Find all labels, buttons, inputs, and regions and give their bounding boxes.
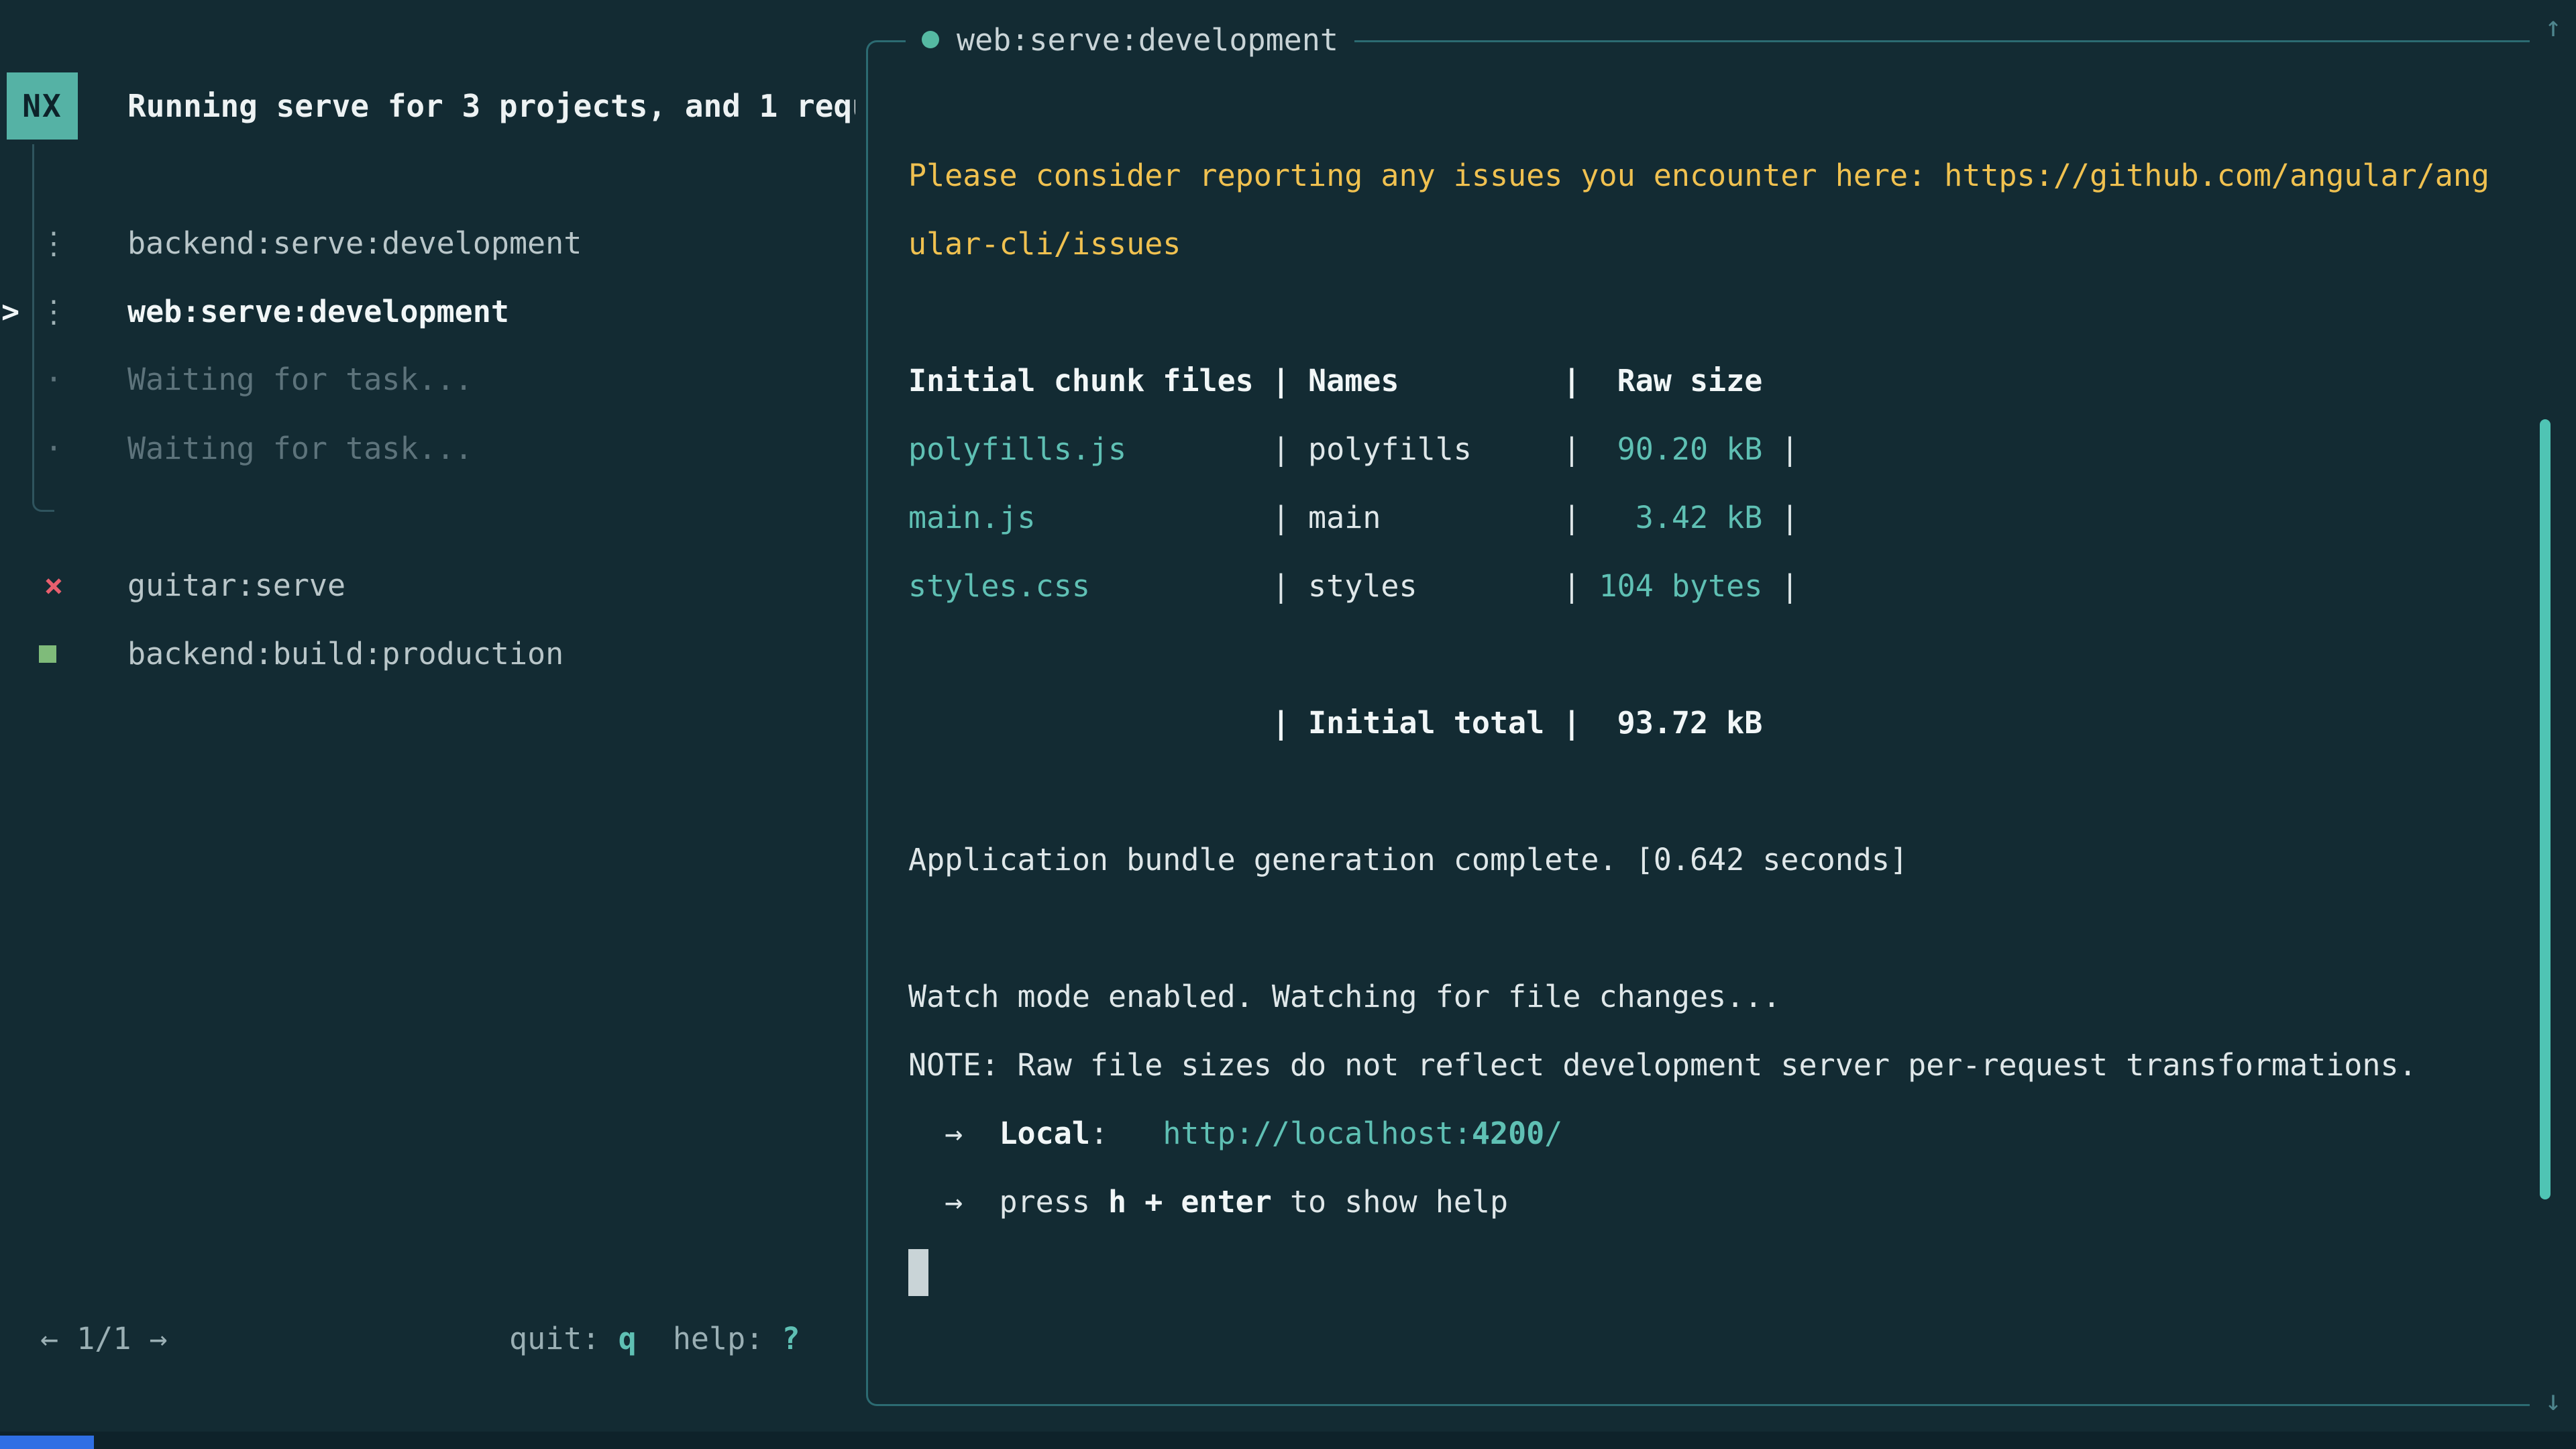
task-row-waiting-2[interactable]: · Waiting for task... xyxy=(0,415,862,483)
terminal-line: polyfills.js | polyfills | 90.20 kB | xyxy=(908,415,2489,484)
terminal-text: h + enter xyxy=(1108,1184,1272,1220)
terminal-text: | polyfills | xyxy=(1126,431,1617,467)
keyboard-hints: quit: q help: ? xyxy=(509,1305,800,1373)
terminal-text: Please consider reporting any issues you… xyxy=(908,158,2489,193)
terminal-text: Initial chunk files | Names | Raw size xyxy=(908,363,1762,398)
terminal-line: Application bundle generation complete. … xyxy=(908,826,2489,894)
terminal-text: | xyxy=(1762,568,1799,604)
task-row-backend-serve[interactable]: ⋮ backend:serve:development xyxy=(0,209,862,278)
scroll-up-icon[interactable]: ↑ xyxy=(2533,7,2573,47)
task-label: web:serve:development xyxy=(127,278,509,346)
failed-x-icon: × xyxy=(34,551,74,620)
pager-prev-icon[interactable]: ← xyxy=(40,1321,76,1356)
bottom-blue-bar xyxy=(0,1436,94,1449)
terminal-line: → press h + enter to show help xyxy=(908,1168,2489,1236)
terminal-line xyxy=(908,278,2489,347)
terminal-line: | Initial total | 93.72 kB xyxy=(908,689,2489,757)
terminal-line xyxy=(908,757,2489,826)
localhost-link[interactable]: / xyxy=(1544,1116,1562,1151)
localhost-link[interactable]: 4200 xyxy=(1472,1116,1544,1151)
pager-label: 1/1 xyxy=(76,1321,131,1356)
terminal-text: polyfills.js xyxy=(908,431,1126,467)
terminal-text: main.js xyxy=(908,500,1036,535)
terminal-line xyxy=(908,894,2489,963)
terminal-output: Please consider reporting any issues you… xyxy=(908,142,2489,1305)
nx-logo: NX xyxy=(7,72,78,140)
terminal-line: → Local: http://localhost:4200/ xyxy=(908,1099,2489,1168)
sidebar-title: Running serve for 3 projects, and 1 requ xyxy=(127,72,855,140)
terminal-text: → xyxy=(908,1184,999,1220)
terminal-text: | xyxy=(1762,431,1799,467)
terminal-line xyxy=(908,621,2489,689)
terminal-line: ular-cli/issues xyxy=(908,210,2489,278)
quit-hint-label: quit: xyxy=(509,1321,619,1356)
scrollbar-thumb[interactable] xyxy=(2540,419,2551,1199)
terminal-text: Application bundle generation complete. … xyxy=(908,842,1908,877)
terminal-line: Initial chunk files | Names | Raw size xyxy=(908,347,2489,415)
terminal-line: Please consider reporting any issues you… xyxy=(908,142,2489,210)
task-label: Waiting for task... xyxy=(127,415,473,483)
task-label: backend:build:production xyxy=(127,620,564,688)
pager-next-icon[interactable]: → xyxy=(131,1321,167,1356)
terminal-text: press xyxy=(999,1184,1108,1220)
terminal-text: : xyxy=(1090,1116,1163,1151)
task-row-waiting-1[interactable]: · Waiting for task... xyxy=(0,345,862,414)
help-hint-label: help: xyxy=(673,1321,782,1356)
terminal-text: styles.css xyxy=(908,568,1090,604)
success-square-icon xyxy=(39,645,56,663)
terminal-line xyxy=(908,1236,2489,1305)
terminal-text: | Initial total | 93.72 kB xyxy=(908,705,1762,741)
panel-title-text: web:serve:development xyxy=(957,22,1338,58)
scroll-down-icon[interactable]: ↓ xyxy=(2533,1381,2573,1421)
hint-separator xyxy=(637,1321,673,1356)
waiting-dot-icon: · xyxy=(34,415,74,483)
terminal-text: Watch mode enabled. Watching for file ch… xyxy=(908,979,1780,1014)
waiting-dot-icon: · xyxy=(34,345,74,414)
terminal-text: ular-cli/issues xyxy=(908,226,1181,262)
terminal-text: to show help xyxy=(1272,1184,1508,1220)
terminal-text: NOTE: Raw file sizes do not reflect deve… xyxy=(908,1047,2417,1083)
task-label: Waiting for task... xyxy=(127,345,473,414)
task-row-backend-build[interactable]: backend:build:production xyxy=(0,620,862,688)
pager: ← 1/1 → xyxy=(40,1305,168,1373)
terminal-cursor xyxy=(908,1249,928,1296)
terminal-text: Local xyxy=(999,1116,1089,1151)
quit-key: q xyxy=(619,1321,637,1356)
terminal-line: Watch mode enabled. Watching for file ch… xyxy=(908,963,2489,1031)
selection-caret-icon: > xyxy=(1,278,19,346)
running-dot-icon xyxy=(922,31,939,48)
task-row-guitar-serve[interactable]: × guitar:serve xyxy=(0,551,862,620)
terminal-text: → xyxy=(908,1116,999,1151)
terminal-text: | styles | xyxy=(1090,568,1599,604)
spinner-icon: ⋮ xyxy=(34,278,74,346)
help-key: ? xyxy=(782,1321,800,1356)
task-row-web-serve-selected[interactable]: > ⋮ web:serve:development xyxy=(0,278,862,346)
bottom-strip xyxy=(0,1432,2576,1449)
task-label: guitar:serve xyxy=(127,551,345,620)
task-label: backend:serve:development xyxy=(127,209,582,278)
terminal-line: NOTE: Raw file sizes do not reflect deve… xyxy=(908,1031,2489,1099)
localhost-link[interactable]: http://localhost: xyxy=(1163,1116,1472,1151)
terminal-text: | main | xyxy=(1036,500,1635,535)
spinner-icon: ⋮ xyxy=(34,209,74,278)
terminal-text: 90.20 kB xyxy=(1617,431,1763,467)
terminal-line: main.js | main | 3.42 kB | xyxy=(908,484,2489,552)
terminal-line: styles.css | styles | 104 bytes | xyxy=(908,552,2489,621)
terminal-text: | xyxy=(1762,500,1799,535)
panel-title: web:serve:development xyxy=(906,17,1354,62)
terminal-text: 104 bytes xyxy=(1599,568,1763,604)
terminal-text: 3.42 kB xyxy=(1635,500,1763,535)
